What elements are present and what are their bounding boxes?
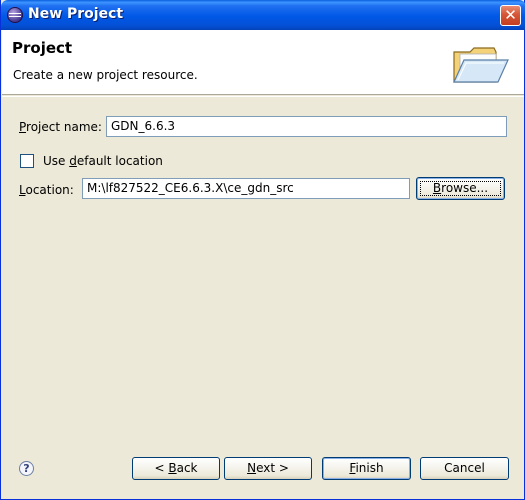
eclipse-icon <box>7 7 23 23</box>
title-bar[interactable]: New Project ✕ <box>1 0 525 30</box>
cancel-button[interactable]: Cancel <box>420 457 509 480</box>
focus-ring <box>420 181 501 196</box>
footer-separator <box>2 444 524 445</box>
window-title: New Project <box>28 6 124 22</box>
page-title: Project <box>12 39 73 57</box>
browse-button[interactable]: Browse... <box>416 177 505 200</box>
project-name-input[interactable]: GDN_6.6.3 <box>106 116 507 137</box>
use-default-label-rest: efault location <box>76 154 163 168</box>
open-folder-icon <box>453 47 509 83</box>
project-name-label-text: roject name: <box>26 120 102 134</box>
location-label-text: ocation: <box>25 183 74 197</box>
project-name-mnemonic: P <box>19 120 27 134</box>
use-default-location-label[interactable]: Use default location <box>43 154 163 168</box>
project-name-label: Project name: <box>19 120 102 134</box>
back-label: ack <box>176 461 198 475</box>
wizard-header: Project Create a new project resource. <box>2 30 524 95</box>
next-label: ext > <box>256 461 289 475</box>
help-icon[interactable]: ? <box>19 461 34 476</box>
page-description: Create a new project resource. <box>13 68 198 82</box>
back-button[interactable]: < Back <box>132 457 220 480</box>
finish-button[interactable]: Finish <box>322 457 411 480</box>
use-default-location-checkbox[interactable] <box>20 154 34 168</box>
location-label: Location: <box>19 183 74 197</box>
use-default-mnemonic: d <box>69 154 77 168</box>
back-mnemonic: B <box>168 461 177 475</box>
next-mnemonic: N <box>247 461 257 475</box>
header-separator <box>2 96 524 97</box>
back-label-pre: < <box>154 461 169 475</box>
use-default-label-pre: Use <box>43 154 70 168</box>
location-input[interactable]: M:\lf827522_CE6.6.3.X\ce_gdn_src <box>82 178 410 199</box>
next-button[interactable]: Next > <box>224 457 312 480</box>
finish-label: inish <box>355 461 384 475</box>
new-project-dialog: New Project ✕ Project Create a new proje… <box>0 0 525 500</box>
close-button[interactable]: ✕ <box>500 5 521 26</box>
